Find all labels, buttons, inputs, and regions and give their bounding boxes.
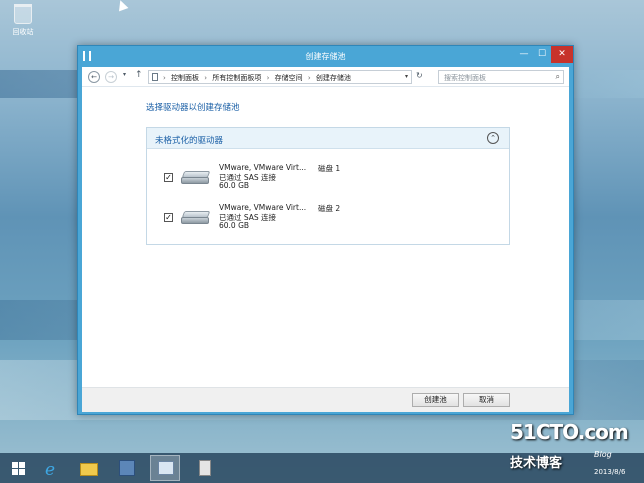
forward-button[interactable]: → xyxy=(105,71,117,83)
drive-size: 60.0 GB xyxy=(219,181,250,190)
search-icon[interactable]: ⌕ xyxy=(556,72,560,82)
breadcrumb-separator[interactable]: › xyxy=(267,74,270,82)
back-button[interactable]: ← xyxy=(88,71,100,83)
title-bar[interactable]: 创建存储池 — ☐ ✕ xyxy=(78,46,573,67)
internet-explorer-button[interactable]: e xyxy=(38,455,68,481)
address-bar[interactable]: › 控制面板 › 所有控制面板项 › 存储空间 › 创建存储池 ▾ xyxy=(148,70,412,84)
address-dropdown-chevron-icon[interactable]: ▾ xyxy=(405,73,408,80)
windows-logo-icon xyxy=(12,462,25,475)
breadcrumb-item[interactable]: 存储空间 xyxy=(275,74,303,82)
folder-icon xyxy=(80,463,98,476)
start-button[interactable] xyxy=(6,455,36,481)
storage-app-button[interactable] xyxy=(190,455,220,481)
search-placeholder: 搜索控制面板 xyxy=(444,74,486,82)
collapse-chevron-up-icon[interactable]: ⌃ xyxy=(487,132,499,144)
drive-item: ✓ VMware, VMware Virt... 磁盘 1 已通过 SAS 连接… xyxy=(147,163,509,197)
control-panel-button[interactable] xyxy=(150,455,180,481)
breadcrumb-item[interactable]: 控制面板 xyxy=(171,74,199,82)
breadcrumb-separator[interactable]: › xyxy=(308,74,311,82)
window-title: 创建存储池 xyxy=(305,52,346,61)
server-manager-icon xyxy=(119,460,135,476)
refresh-icon[interactable]: ↻ xyxy=(416,71,423,80)
recent-locations-chevron-icon[interactable]: ▾ xyxy=(123,71,126,78)
search-input[interactable]: 搜索控制面板 ⌕ xyxy=(438,70,564,84)
watermark-blog-en: Blog xyxy=(594,450,612,459)
file-explorer-button[interactable] xyxy=(74,455,104,481)
recycle-bin-icon xyxy=(14,4,32,24)
up-button[interactable]: ↑ xyxy=(135,70,143,80)
control-panel-icon xyxy=(158,461,174,475)
recycle-bin-label: 回收站 xyxy=(12,28,34,36)
maximize-button[interactable]: ☐ xyxy=(533,46,551,63)
minimize-button[interactable]: — xyxy=(515,46,533,63)
drive-item: ✓ VMware, VMware Virt... 磁盘 2 已通过 SAS 连接… xyxy=(147,203,509,237)
hard-disk-icon xyxy=(181,211,211,225)
control-panel-icon xyxy=(152,73,158,81)
watermark-site: 51CTO.com xyxy=(510,420,629,444)
create-pool-button[interactable]: 创建池 xyxy=(412,393,459,407)
drive-checkbox[interactable]: ✓ xyxy=(164,213,173,222)
drive-name: VMware, VMware Virt... xyxy=(219,163,307,172)
watermark-date: 2013/8/6 xyxy=(594,468,626,476)
breadcrumb-separator: › xyxy=(163,74,166,82)
close-button[interactable]: ✕ xyxy=(551,46,573,63)
breadcrumb-item[interactable]: 所有控制面板项 xyxy=(212,74,261,82)
drive-disk-number: 磁盘 2 xyxy=(318,204,341,213)
group-title: 未格式化的驱动器 xyxy=(155,136,224,146)
navigation-bar: ← → ▾ ↑ › 控制面板 › 所有控制面板项 › 存储空间 › 创建存储池 … xyxy=(82,67,569,87)
drive-size: 60.0 GB xyxy=(219,221,250,230)
storage-app-icon xyxy=(199,460,211,476)
create-storage-pool-window: 创建存储池 — ☐ ✕ ← → ▾ ↑ › 控制面板 › 所有控制面板项 › 存… xyxy=(77,45,574,415)
breadcrumb: › 控制面板 › 所有控制面板项 › 存储空间 › 创建存储池 xyxy=(163,73,354,83)
page-heading: 选择驱动器以创建存储池 xyxy=(146,103,240,113)
watermark-blog-cn: 技术博客 xyxy=(510,456,563,471)
internet-explorer-icon: e xyxy=(45,460,56,480)
dialog-footer: 创建池 取消 xyxy=(82,387,569,412)
cancel-button[interactable]: 取消 xyxy=(463,393,510,407)
hard-disk-icon xyxy=(181,171,211,185)
drive-disk-number: 磁盘 1 xyxy=(318,164,341,173)
drive-checkbox[interactable]: ✓ xyxy=(164,173,173,182)
breadcrumb-item[interactable]: 创建存储池 xyxy=(316,74,351,82)
group-header[interactable]: 未格式化的驱动器 ⌃ xyxy=(147,128,509,149)
recycle-bin[interactable]: 回收站 xyxy=(8,4,38,37)
server-manager-button[interactable] xyxy=(112,455,142,481)
breadcrumb-separator[interactable]: › xyxy=(204,74,207,82)
mouse-cursor-icon xyxy=(115,0,129,12)
drive-name: VMware, VMware Virt... xyxy=(219,203,307,212)
main-content: 选择驱动器以创建存储池 未格式化的驱动器 ⌃ ✓ VMware, VMware … xyxy=(82,87,569,387)
unformatted-drives-group: 未格式化的驱动器 ⌃ ✓ VMware, VMware Virt... 磁盘 1… xyxy=(146,127,510,245)
